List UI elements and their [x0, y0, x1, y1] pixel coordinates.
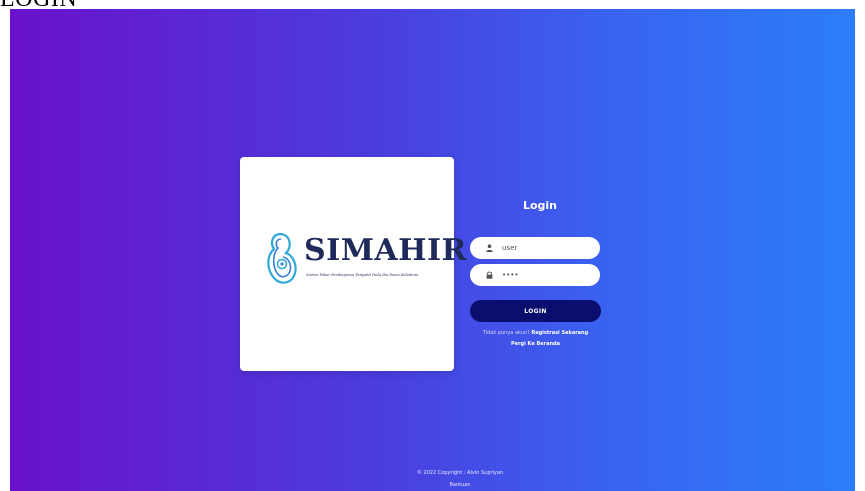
login-title: Login — [522, 199, 558, 212]
password-input[interactable] — [502, 271, 592, 279]
username-input[interactable] — [502, 244, 592, 252]
logo-card: SIMAHIR Sistem Pakar Pendiagnosa Penyaki… — [240, 157, 467, 371]
username-field[interactable] — [470, 237, 600, 259]
register-prompt-line: Tidak punya akun? Registrasi Sekarang — [465, 330, 606, 336]
home-link[interactable]: Pergi Ke Beranda — [465, 341, 606, 347]
brand-name: SIMAHIR — [304, 233, 467, 268]
brand-tagline: Sistem Pakar Pendiagnosa Penyakit Pada I… — [306, 273, 419, 277]
user-icon — [484, 243, 494, 253]
lock-icon — [484, 270, 494, 280]
login-page-background: SIMAHIR Sistem Pakar Pendiagnosa Penyaki… — [10, 9, 855, 491]
footer-copyright: © 2022 Copyright : Alvin Supriyan — [416, 470, 504, 476]
password-field[interactable] — [470, 264, 600, 286]
register-prompt: Tidak punya akun? — [482, 330, 530, 336]
register-link[interactable]: Registrasi Sekarang — [531, 330, 588, 336]
pregnancy-logo-icon — [267, 232, 297, 284]
login-button[interactable]: LOGIN — [470, 300, 601, 322]
footer-help-link[interactable]: Bantuan — [310, 482, 610, 488]
